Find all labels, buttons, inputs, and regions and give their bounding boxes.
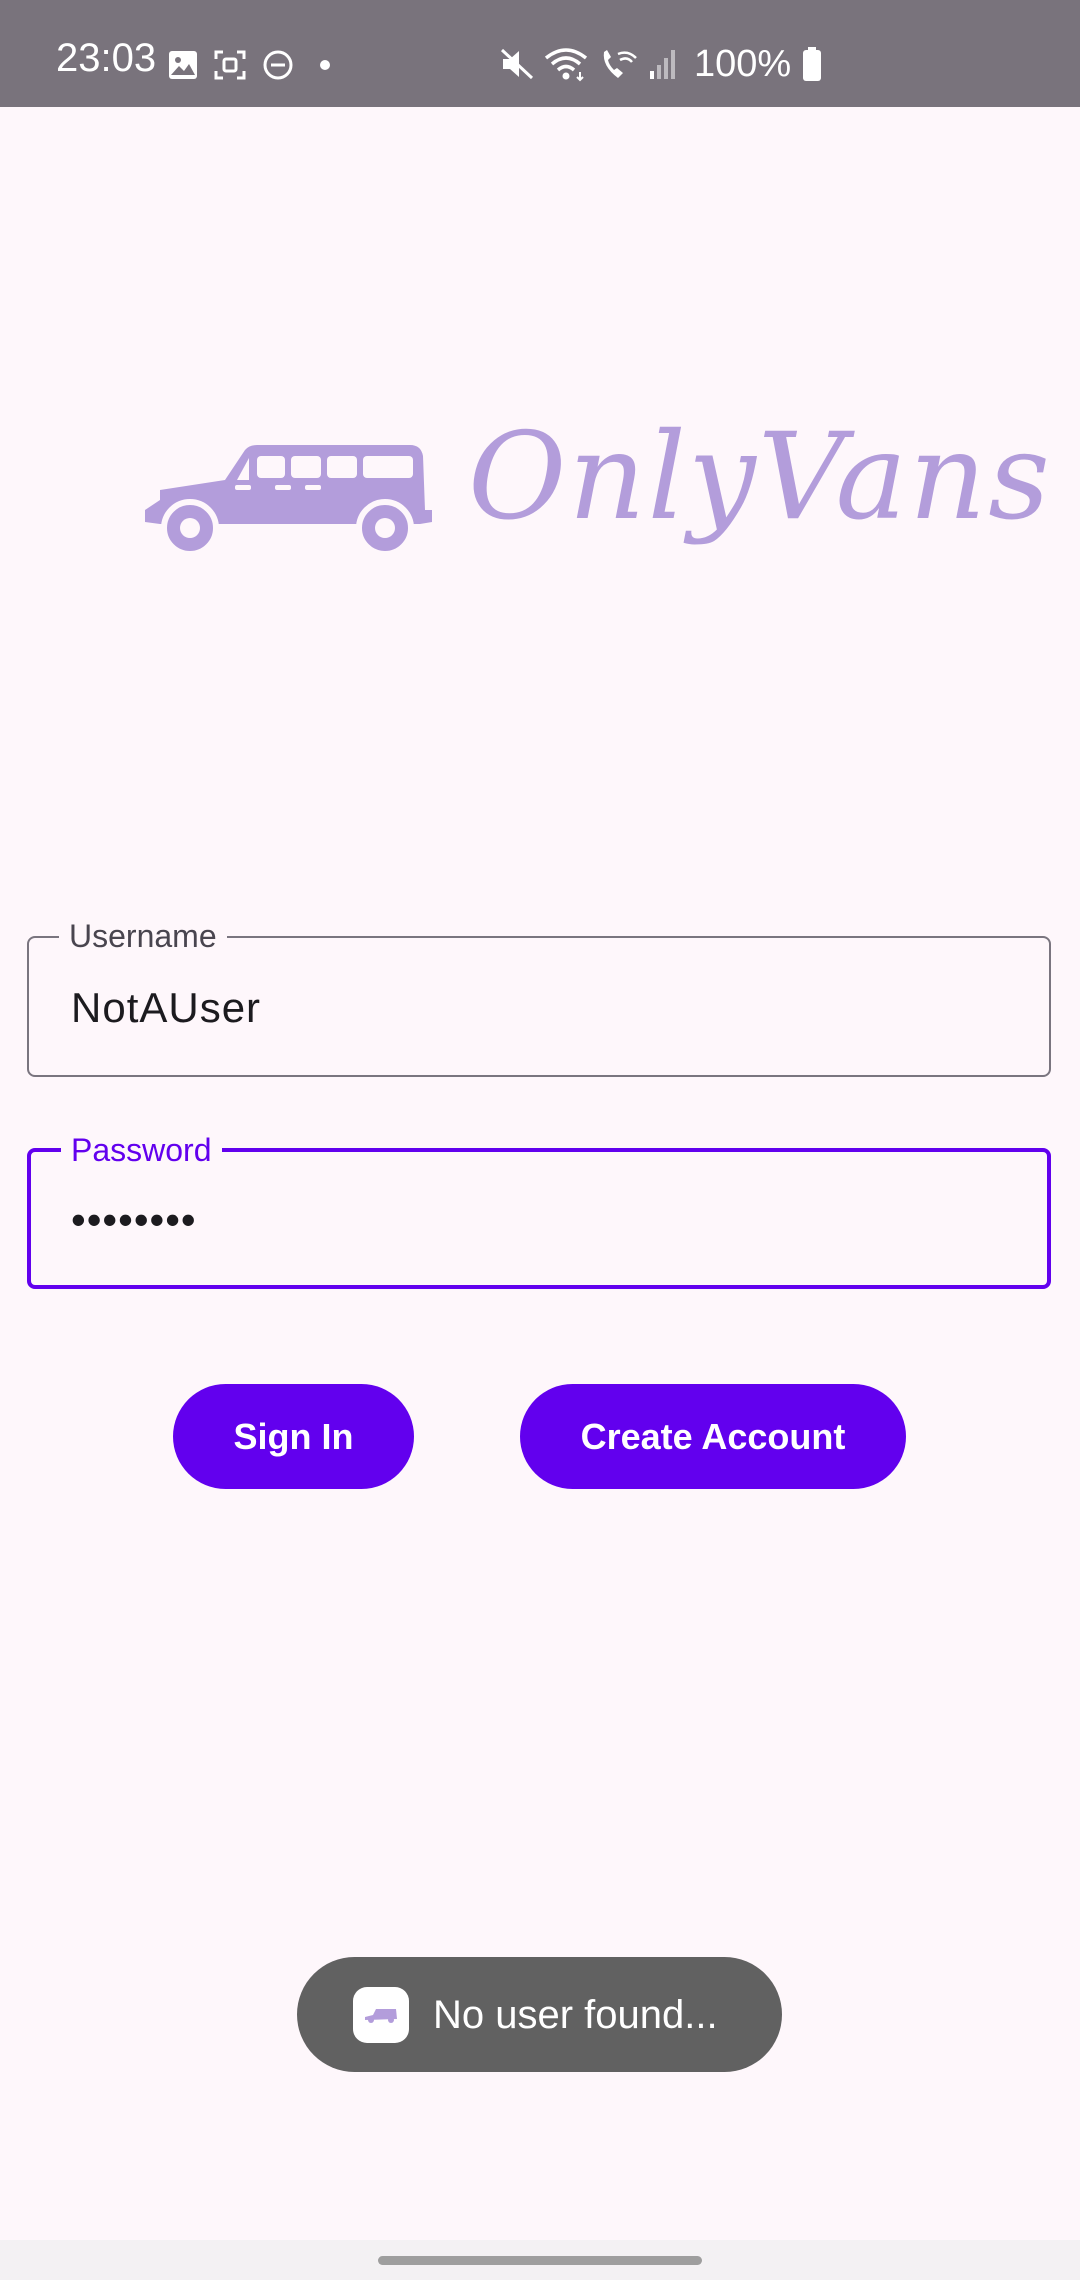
app-van-icon xyxy=(353,1987,409,2043)
password-label: Password xyxy=(61,1132,222,1168)
toast-message: No user found... xyxy=(297,1957,782,2072)
password-field[interactable]: Password •••••••• xyxy=(27,1132,1051,1289)
username-label: Username xyxy=(59,918,227,954)
wifi-calling-icon xyxy=(603,50,637,78)
password-input-value[interactable]: •••••••• xyxy=(71,1196,197,1244)
status-icons-right: 100% xyxy=(500,44,823,84)
sign-in-button[interactable]: Sign In xyxy=(173,1384,414,1489)
mute-icon xyxy=(500,48,534,80)
toast-text: No user found... xyxy=(433,1993,718,2037)
wifi-icon xyxy=(544,48,588,82)
username-field[interactable]: Username NotAUser xyxy=(27,918,1051,1077)
battery-icon xyxy=(803,47,822,81)
app-logo-text: OnlyVans xyxy=(468,408,1052,547)
signal-icon xyxy=(650,50,675,79)
status-time: 23:03 xyxy=(56,36,157,80)
login-screen: 23:03 100% OnlyVans Username NotAUser Pa… xyxy=(0,0,1080,2280)
screenshot-icon xyxy=(214,50,246,80)
battery-percent: 100% xyxy=(694,43,792,85)
do-not-disturb-icon xyxy=(263,50,293,80)
status-icons-left xyxy=(168,48,340,82)
home-gesture-handle[interactable] xyxy=(378,2256,702,2265)
dot-icon xyxy=(320,60,330,70)
navigation-bar xyxy=(0,2240,1080,2280)
username-input-value[interactable]: NotAUser xyxy=(71,984,261,1032)
image-icon xyxy=(169,51,197,79)
status-bar: 23:03 100% xyxy=(0,0,1080,107)
create-account-button[interactable]: Create Account xyxy=(520,1384,906,1489)
